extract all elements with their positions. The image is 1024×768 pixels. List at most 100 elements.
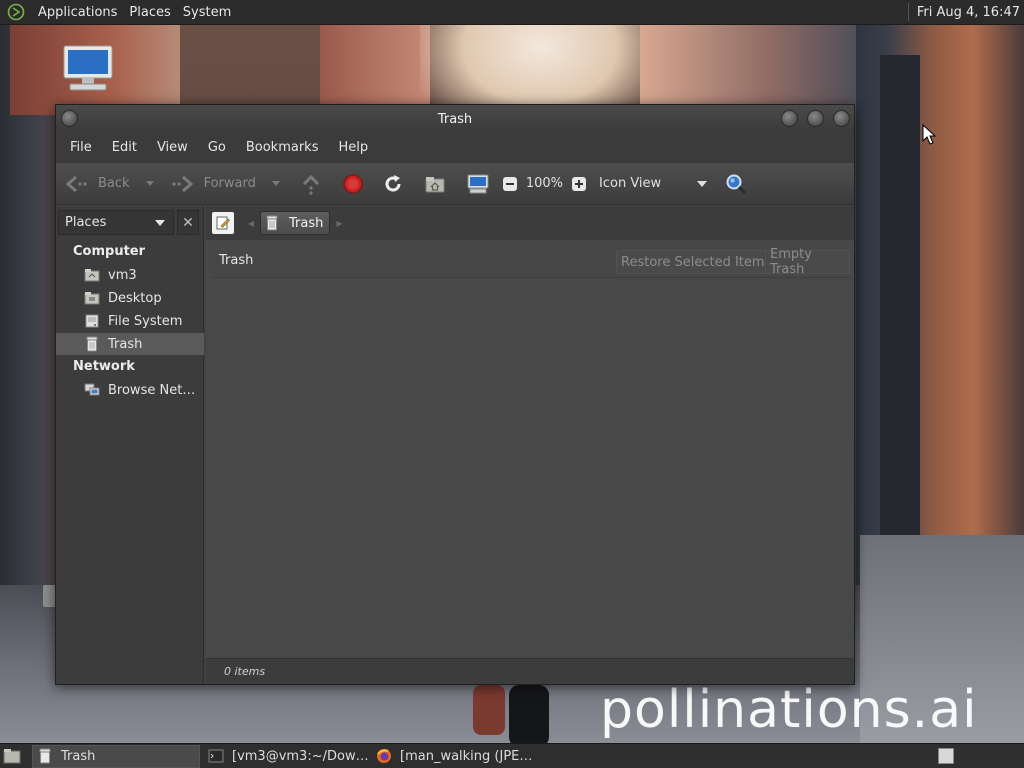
menu-help[interactable]: Help — [328, 133, 378, 163]
sidebar-item-browse-network[interactable]: Browse Net… — [56, 379, 204, 401]
sidebar-item-label: Trash — [108, 336, 143, 352]
sidebar-item-file-system[interactable]: File System — [56, 310, 204, 332]
bottom-panel: Trash [vm3@vm3:~/Dow… [man_walking (JPE… — [0, 743, 1024, 768]
home-button[interactable] — [424, 163, 446, 205]
path-scroll-left-icon[interactable]: ◂ — [248, 216, 254, 230]
sidebar-item-trash[interactable]: Trash — [56, 333, 204, 355]
stop-icon — [343, 173, 363, 194]
zoom-level[interactable]: 100% — [526, 176, 563, 191]
edit-icon — [216, 216, 230, 230]
system-menu[interactable]: System — [177, 0, 237, 25]
minimize-button[interactable] — [781, 110, 798, 127]
menu-edit[interactable]: Edit — [102, 133, 147, 163]
watermark-text: pollinations.ai — [600, 680, 978, 740]
sidebar-mode-select[interactable]: Places — [58, 210, 174, 235]
zoom-in-button[interactable] — [571, 163, 587, 205]
close-button[interactable] — [833, 110, 850, 127]
menu-go[interactable]: Go — [198, 133, 236, 163]
computer-desktop-icon[interactable] — [60, 44, 116, 104]
mouse-cursor-icon — [922, 124, 936, 145]
up-button[interactable] — [300, 163, 322, 205]
breadcrumb-trash[interactable]: Trash — [260, 211, 331, 235]
file-manager-window: Trash File Edit View Go Bookmarks Help B… — [55, 104, 855, 685]
computer-button[interactable] — [466, 163, 490, 205]
forward-label: Forward — [203, 176, 256, 191]
search-button[interactable] — [725, 163, 747, 205]
places-menu[interactable]: Places — [123, 0, 176, 25]
show-desktop-icon — [3, 749, 21, 764]
toolbar: Back Forward 100% Icon View — [56, 163, 854, 205]
forward-arrow-icon — [171, 175, 193, 192]
view-mode-select[interactable]: Icon View — [591, 163, 708, 205]
sidebar-item-label: vm3 — [108, 267, 137, 283]
taskbar-item-label: Trash — [61, 748, 96, 764]
up-arrow-icon — [302, 174, 319, 195]
terminal-icon — [208, 748, 224, 764]
home-folder-icon — [84, 267, 100, 283]
home-folder-icon — [425, 176, 445, 192]
sidebar-item-label: File System — [108, 313, 183, 329]
stop-button[interactable] — [342, 163, 364, 205]
workspace-switcher[interactable] — [938, 748, 954, 764]
window-title: Trash — [437, 111, 473, 127]
path-bar: ◂ Trash ▸ — [206, 206, 854, 240]
drive-icon — [84, 313, 100, 329]
trash-icon — [37, 748, 53, 764]
desktop-folder-icon — [84, 290, 100, 306]
zoom-out-button[interactable] — [502, 163, 518, 205]
zoom-in-icon — [572, 176, 587, 191]
sidebar-item-vm3[interactable]: vm3 — [56, 264, 204, 286]
menu-bookmarks[interactable]: Bookmarks — [236, 133, 329, 163]
file-view[interactable]: Trash Restore Selected Items Empty Trash — [206, 240, 854, 658]
back-history-dropdown[interactable] — [145, 181, 154, 186]
sidebar-item-desktop[interactable]: Desktop — [56, 287, 204, 309]
trash-icon — [84, 336, 100, 352]
chevron-down-icon — [155, 220, 165, 226]
show-desktop-button[interactable] — [0, 744, 24, 768]
panel-separator — [907, 3, 909, 21]
empty-trash-button[interactable]: Empty Trash — [765, 247, 850, 277]
clock[interactable]: Fri Aug 4, 16:47 — [917, 5, 1024, 20]
window-menu-button[interactable] — [61, 110, 78, 127]
taskbar-item-label: [vm3@vm3:~/Dow… — [232, 748, 369, 764]
reload-button[interactable] — [382, 163, 404, 205]
search-icon — [726, 174, 747, 194]
sidebar-item-label: Desktop — [108, 290, 162, 306]
window-titlebar[interactable]: Trash — [56, 105, 854, 133]
sidebar: Places ✕ Computer vm3 Desktop File Syste… — [56, 206, 204, 684]
taskbar-item-label: [man_walking (JPE… — [400, 748, 533, 764]
network-icon — [84, 382, 100, 398]
taskbar-item-image-viewer[interactable]: [man_walking (JPE… — [372, 745, 542, 768]
status-bar: 0 items — [206, 658, 854, 684]
info-bar-label: Trash — [219, 253, 254, 268]
sidebar-item-label: Browse Net… — [108, 382, 196, 398]
breadcrumb-label: Trash — [289, 215, 324, 231]
taskbar-item-trash[interactable]: Trash — [32, 744, 200, 768]
forward-history-dropdown[interactable] — [271, 181, 280, 186]
menu-file[interactable]: File — [60, 133, 102, 163]
path-scroll-right-icon[interactable]: ▸ — [336, 216, 342, 230]
forward-button[interactable]: Forward — [170, 163, 280, 205]
computer-icon — [467, 174, 489, 193]
sidebar-header-label: Places — [65, 215, 107, 230]
zoom-out-icon — [502, 176, 517, 191]
reload-icon — [385, 174, 401, 191]
back-button[interactable]: Back — [64, 163, 154, 205]
maximize-button[interactable] — [807, 110, 824, 127]
menu-view[interactable]: View — [147, 133, 198, 163]
restore-selected-items-button[interactable]: Restore Selected Items — [616, 250, 777, 274]
view-mode-label: Icon View — [599, 176, 662, 191]
trash-icon — [265, 215, 281, 231]
menubar: File Edit View Go Bookmarks Help — [56, 133, 854, 163]
firefox-icon — [376, 748, 392, 764]
taskbar-item-terminal[interactable]: [vm3@vm3:~/Dow… — [204, 745, 370, 768]
toggle-location-entry-button[interactable] — [212, 212, 234, 234]
back-arrow-icon — [65, 175, 87, 192]
item-count: 0 items — [224, 665, 266, 678]
trash-info-bar: Trash Restore Selected Items Empty Trash — [212, 244, 850, 278]
distro-logo-icon[interactable] — [6, 2, 26, 22]
sidebar-close-button[interactable]: ✕ — [177, 210, 199, 235]
applications-menu[interactable]: Applications — [32, 0, 123, 25]
sidebar-section-computer: Computer — [73, 244, 146, 259]
back-label: Back — [98, 176, 130, 191]
